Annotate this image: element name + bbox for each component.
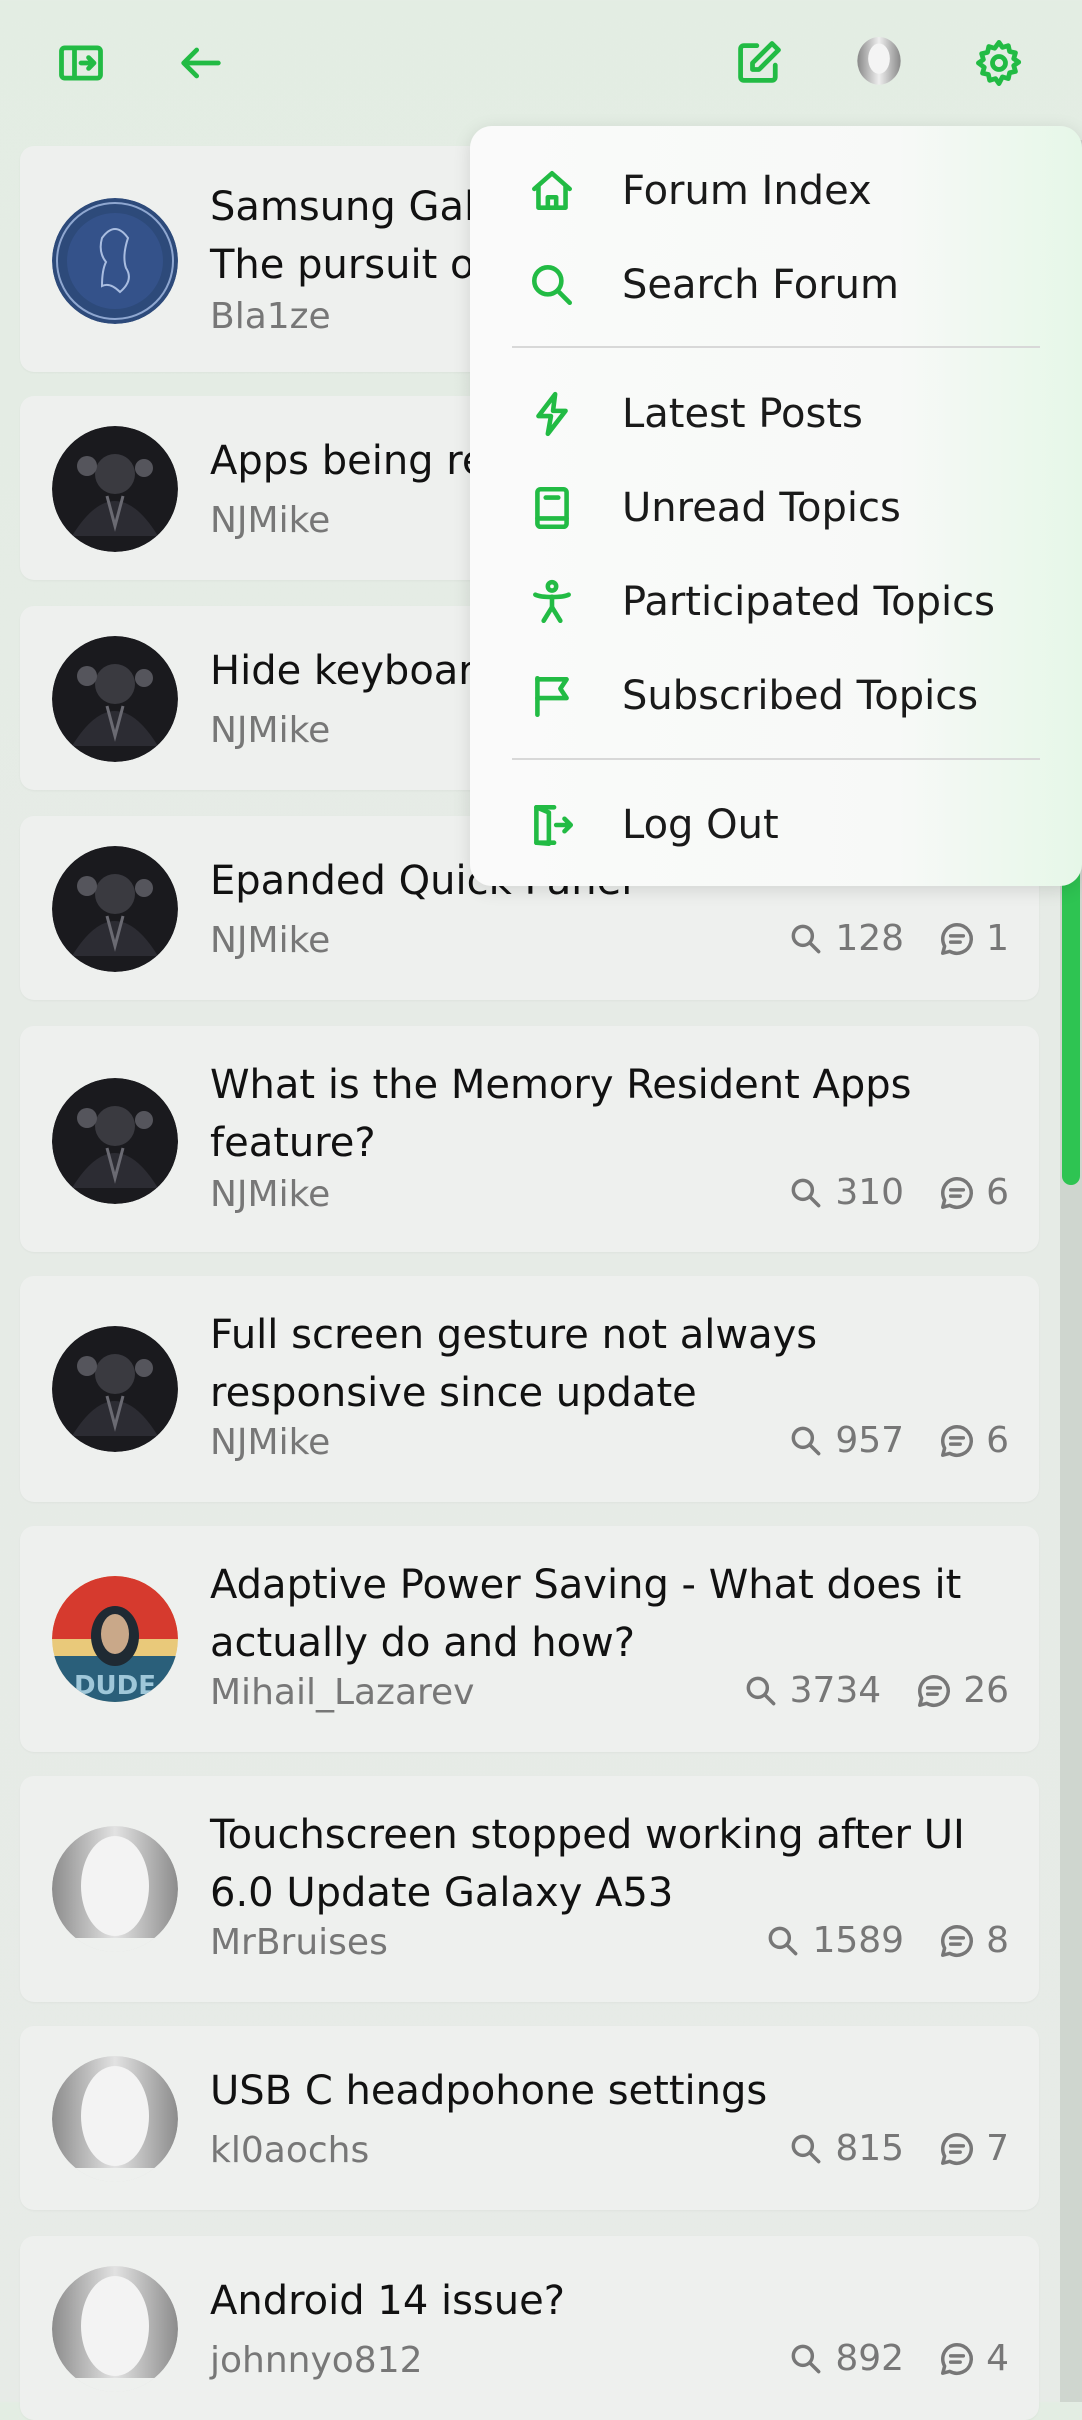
topic-author[interactable]: NJMike bbox=[210, 920, 330, 961]
avatar bbox=[52, 426, 178, 552]
view-count: 957 bbox=[835, 1420, 905, 1461]
menu-item-label: Forum Index bbox=[622, 168, 872, 214]
settings-gear-icon[interactable] bbox=[964, 28, 1034, 98]
topic-author[interactable]: Mihail_Lazarev bbox=[210, 1672, 474, 1713]
views-icon bbox=[746, 1676, 775, 1705]
menu-divider bbox=[512, 758, 1040, 760]
menu-item-latest-posts[interactable]: Latest Posts bbox=[470, 369, 1082, 459]
avatar bbox=[52, 1326, 178, 1452]
view-count: 892 bbox=[835, 2338, 905, 2379]
replies-icon bbox=[918, 1674, 951, 1707]
avatar bbox=[52, 636, 178, 762]
reply-count: 6 bbox=[986, 1420, 1009, 1461]
topic-card[interactable]: DUDE Adaptive Power Saving - What does i… bbox=[20, 1526, 1039, 1752]
menu-item-label: Search Forum bbox=[622, 262, 899, 308]
topic-author[interactable]: NJMike bbox=[210, 710, 330, 751]
topic-author[interactable]: NJMike bbox=[210, 1422, 330, 1463]
menu-item-label: Participated Topics bbox=[622, 579, 995, 625]
topic-card[interactable]: Android 14 issue? johnnyo812 892 4 bbox=[20, 2236, 1039, 2420]
menu-item-subscribed-topics[interactable]: Subscribed Topics bbox=[470, 651, 1082, 741]
menu-item-participated-topics[interactable]: Participated Topics bbox=[470, 557, 1082, 647]
view-count: 3734 bbox=[789, 1670, 882, 1711]
topic-stats: 815 7 bbox=[787, 2128, 1009, 2169]
search-icon bbox=[524, 257, 580, 313]
logout-icon bbox=[524, 797, 580, 853]
top-bar bbox=[0, 0, 1082, 125]
topic-stats: 957 6 bbox=[787, 1420, 1009, 1461]
menu-item-forum-index[interactable]: Forum Index bbox=[470, 146, 1082, 236]
person-icon bbox=[524, 574, 580, 630]
sidebar-toggle-icon[interactable] bbox=[46, 28, 116, 98]
replies-icon bbox=[941, 1176, 974, 1209]
views-icon bbox=[769, 1926, 798, 1955]
menu-item-log-out[interactable]: Log Out bbox=[470, 780, 1082, 870]
avatar: DUDE bbox=[52, 1576, 178, 1702]
home-icon bbox=[524, 163, 580, 219]
menu-item-label: Latest Posts bbox=[622, 391, 863, 437]
avatar bbox=[52, 198, 178, 324]
replies-icon bbox=[941, 1424, 974, 1457]
view-count: 310 bbox=[835, 1172, 905, 1213]
view-count: 128 bbox=[835, 918, 905, 959]
avatar bbox=[52, 2056, 178, 2182]
scrollbar-thumb[interactable] bbox=[1062, 840, 1080, 1185]
avatar bbox=[52, 1826, 178, 1952]
views-icon bbox=[791, 2134, 821, 2163]
topic-title[interactable]: Adaptive Power Saving - What does it act… bbox=[210, 1556, 1009, 1672]
topic-card[interactable]: Full screen gesture not always responsiv… bbox=[20, 1276, 1039, 1502]
user-avatar-icon[interactable] bbox=[844, 28, 914, 98]
topic-author[interactable]: NJMike bbox=[210, 500, 330, 541]
menu-divider bbox=[512, 346, 1040, 348]
topic-stats: 128 1 bbox=[787, 918, 1009, 959]
view-count: 815 bbox=[835, 2128, 905, 2169]
topic-title[interactable]: USB C headpohone settings bbox=[210, 2062, 1009, 2120]
topic-author[interactable]: kl0aochs bbox=[210, 2130, 369, 2171]
topic-title[interactable]: Full screen gesture not always responsiv… bbox=[210, 1306, 1009, 1422]
view-count: 1589 bbox=[812, 1920, 905, 1961]
topic-stats: 310 6 bbox=[787, 1172, 1009, 1213]
topic-author[interactable]: Bla1ze bbox=[210, 296, 331, 337]
views-icon bbox=[791, 1426, 821, 1455]
topic-card[interactable]: Touchscreen stopped working after UI 6.0… bbox=[20, 1776, 1039, 2002]
topic-card[interactable]: What is the Memory Resident Apps feature… bbox=[20, 1026, 1039, 1252]
topic-author[interactable]: johnnyo812 bbox=[210, 2340, 423, 2381]
topic-title[interactable]: Android 14 issue? bbox=[210, 2272, 1009, 2330]
topic-author[interactable]: MrBruises bbox=[210, 1922, 388, 1963]
lightning-icon bbox=[524, 386, 580, 442]
topic-stats: 3734 26 bbox=[742, 1670, 1009, 1711]
topic-author[interactable]: NJMike bbox=[210, 1174, 330, 1215]
replies-icon bbox=[941, 922, 974, 955]
menu-item-unread-topics[interactable]: Unread Topics bbox=[470, 463, 1082, 553]
reply-count: 26 bbox=[963, 1670, 1009, 1711]
topic-title[interactable]: Touchscreen stopped working after UI 6.0… bbox=[210, 1806, 1009, 1922]
replies-icon bbox=[941, 2342, 974, 2375]
topic-card[interactable]: USB C headpohone settings kl0aochs 815 7 bbox=[20, 2026, 1039, 2210]
book-icon bbox=[524, 480, 580, 536]
replies-icon bbox=[941, 1924, 974, 1957]
reply-count: 6 bbox=[986, 1172, 1009, 1213]
views-icon bbox=[791, 2344, 821, 2373]
menu-item-label: Log Out bbox=[622, 802, 779, 848]
avatar bbox=[52, 2266, 178, 2392]
flag-icon bbox=[524, 668, 580, 724]
avatar bbox=[52, 846, 178, 972]
topic-title[interactable]: What is the Memory Resident Apps feature… bbox=[210, 1056, 1009, 1172]
topic-stats: 1589 8 bbox=[764, 1920, 1009, 1961]
reply-count: 4 bbox=[986, 2338, 1009, 2379]
views-icon bbox=[791, 924, 821, 953]
topic-stats: 892 4 bbox=[787, 2338, 1009, 2379]
replies-icon bbox=[941, 2132, 974, 2165]
menu-item-label: Unread Topics bbox=[622, 485, 901, 531]
compose-icon[interactable] bbox=[724, 28, 794, 98]
reply-count: 7 bbox=[986, 2128, 1009, 2169]
reply-count: 1 bbox=[986, 918, 1009, 959]
back-arrow-icon[interactable] bbox=[166, 28, 236, 98]
settings-dropdown-menu: Forum Index Search Forum Latest Posts Un… bbox=[470, 126, 1082, 886]
menu-item-label: Subscribed Topics bbox=[622, 673, 979, 719]
views-icon bbox=[791, 1178, 821, 1207]
avatar bbox=[52, 1078, 178, 1204]
poster-text: DUDE bbox=[74, 1671, 156, 1701]
menu-item-search-forum[interactable]: Search Forum bbox=[470, 240, 1082, 330]
reply-count: 8 bbox=[986, 1920, 1009, 1961]
